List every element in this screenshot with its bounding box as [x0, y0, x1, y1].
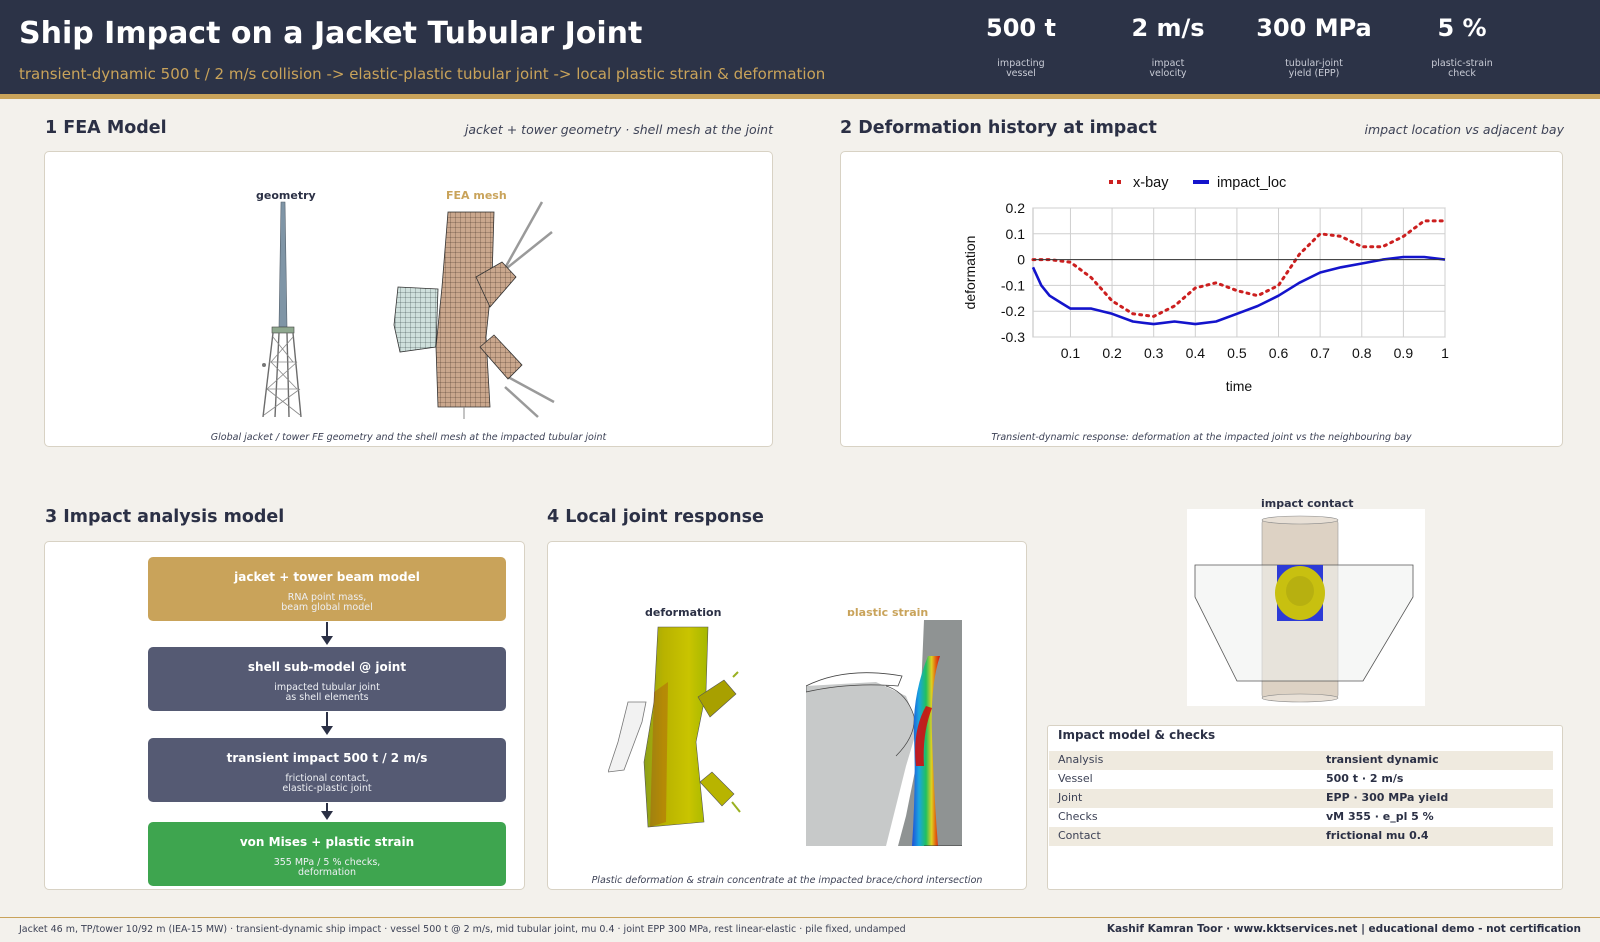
table-row: Vessel 500 t · 2 m/s [1049, 770, 1553, 789]
kpi-yield: 300 MPa tubular-joint yield (EPP) [1254, 14, 1374, 79]
page-subtitle: transient-dynamic 500 t / 2 m/s collisio… [19, 65, 826, 83]
table-row: Analysis transient dynamic [1049, 751, 1553, 770]
flow-step-title: von Mises + plastic strain [239, 835, 415, 849]
flow-step-title: shell sub-model @ joint [247, 660, 407, 674]
flow-step-sub: 355 MPa / 5 % checks, deformation [273, 857, 381, 878]
x-tick-label: 0.3 [1144, 345, 1164, 361]
flow-arrow [321, 622, 333, 645]
deformation-label: deformation [645, 606, 722, 619]
table-row: Joint EPP · 300 MPa yield [1049, 789, 1553, 808]
x-axis-label: time [1226, 378, 1253, 394]
flow-step-results: von Mises + plastic strain 355 MPa / 5 %… [148, 822, 506, 886]
row-value: frictional mu 0.4 [1326, 829, 1429, 842]
kpi-label: plastic-strain check [1431, 58, 1493, 79]
footer-notes: Jacket 46 m, TP/tower 10/92 m (IEA-15 MW… [19, 924, 906, 935]
x-tick-label: 0.7 [1310, 345, 1330, 361]
kpi-label: impacting vessel [997, 58, 1045, 79]
table-row: Checks vM 355 · e_pl 5 % [1049, 808, 1553, 827]
row-value: transient dynamic [1326, 753, 1439, 766]
footer-credit: Kashif Kamran Toor · www.kktservices.net… [1106, 923, 1581, 935]
history-caption: Transient-dynamic response: deformation … [991, 432, 1412, 443]
checks-table-title: Impact model & checks [1058, 728, 1216, 742]
fea-model-panel: geometry FEA mesh Global jacket / tower … [44, 151, 773, 447]
kpi-label: tubular-joint yield (EPP) [1285, 58, 1343, 79]
deformation-contour-figure [608, 626, 741, 828]
chart-grid [1032, 207, 1446, 338]
y-tick-label: 0.1 [1006, 226, 1026, 242]
section-local-title: 4 Local joint response [547, 507, 764, 527]
y-tick-label: 0 [1017, 252, 1025, 268]
kpi-value: 5 % [1437, 14, 1487, 42]
section-impact-title: 3 Impact analysis model [45, 507, 285, 527]
x-tick-label: 0.4 [1186, 345, 1206, 361]
x-tick-label: 0.1 [1061, 345, 1081, 361]
flow-step-transient-impact: transient impact 500 t / 2 m/s frictiona… [148, 738, 506, 802]
kpi-label: impact velocity [1149, 58, 1187, 79]
section-fea-note: jacket + tower geometry · shell mesh at … [464, 122, 773, 137]
x-tick-label: 1 [1441, 345, 1449, 361]
legend-label: impact_loc [1217, 175, 1286, 191]
fea-caption: Global jacket / tower FE geometry and th… [210, 432, 607, 443]
row-key: Vessel [1058, 772, 1093, 785]
row-value: vM 355 · e_pl 5 % [1326, 810, 1434, 823]
kpi-value: 2 m/s [1131, 14, 1205, 42]
x-tick-label: 0.9 [1394, 345, 1414, 361]
y-tick-label: -0.3 [1001, 329, 1025, 345]
footer-rule [0, 917, 1600, 918]
jacket-geometry-figure [262, 201, 302, 417]
table-row: Contact frictional mu 0.4 [1049, 827, 1553, 846]
header-accent-rule [0, 94, 1600, 99]
row-value: 500 t · 2 m/s [1326, 772, 1404, 785]
y-tick-label: -0.1 [1001, 277, 1025, 293]
local-joint-panel: deformation plastic strain Plastic defor… [547, 541, 1027, 890]
y-tick-label: -0.2 [1001, 303, 1025, 319]
flow-step-title: jacket + tower beam model [234, 570, 420, 584]
legend-label: x-bay [1133, 175, 1169, 191]
row-key: Analysis [1058, 753, 1104, 766]
flow-step-sub: RNA point mass, beam global model [281, 592, 373, 613]
flow-arrow [321, 712, 333, 735]
joint-mesh-figure [393, 201, 555, 419]
section-fea-title: 1 FEA Model [45, 118, 167, 138]
flow-step-sub: impacted tubular joint as shell elements [274, 682, 380, 703]
deformation-history-chart: 0.1 0.2 0.3 0.4 0.5 0.6 0.7 0.8 0.9 1 0.2 0.1 0 -0.1 -… [962, 175, 1449, 394]
flow-step-shell-submodel: shell sub-model @ joint impacted tubular… [148, 647, 506, 711]
y-axis-label: deformation [962, 236, 978, 310]
impact-model-panel: jacket + tower beam model RNA point mass… [44, 541, 525, 890]
flow-step-sub: frictional contact, elastic-plastic join… [282, 773, 372, 794]
checks-table: Impact model & checks Analysis transient… [1047, 725, 1563, 890]
page-title: Ship Impact on a Jacket Tubular Joint [19, 16, 643, 51]
plot-area [1032, 207, 1446, 338]
y-tick-label: 0.2 [1006, 200, 1026, 216]
kpi-velocity: 2 m/s impact velocity [1108, 14, 1228, 79]
section-history-title: 2 Deformation history at impact [840, 118, 1157, 138]
x-tick-label: 0.8 [1352, 345, 1372, 361]
flow-step-beam-model: jacket + tower beam model RNA point mass… [148, 557, 506, 621]
kpi-strain-check: 5 % plastic-strain check [1402, 14, 1522, 79]
plastic-strain-contour-figure [806, 616, 962, 846]
chart-legend: x-bay impact_loc [1109, 175, 1286, 191]
impact-contact-figure [1187, 509, 1425, 706]
x-tick-label: 0.5 [1227, 345, 1247, 361]
kpi-value: 500 t [986, 14, 1056, 42]
flow-step-title: transient impact 500 t / 2 m/s [226, 751, 428, 765]
row-value: EPP · 300 MPa yield [1326, 791, 1449, 804]
row-key: Joint [1058, 791, 1083, 804]
flow-arrow [321, 803, 333, 820]
local-caption: Plastic deformation & strain concentrate… [591, 875, 983, 886]
header-bar: Ship Impact on a Jacket Tubular Joint tr… [0, 0, 1600, 94]
x-tick-label: 0.6 [1269, 345, 1289, 361]
kpi-vessel: 500 t impacting vessel [961, 14, 1081, 79]
row-key: Checks [1058, 810, 1098, 823]
row-key: Contact [1058, 829, 1101, 842]
deformation-history-panel: 0.1 0.2 0.3 0.4 0.5 0.6 0.7 0.8 0.9 1 0.2 0.1 0 -0.1 -… [840, 151, 1563, 447]
kpi-value: 300 MPa [1256, 14, 1372, 42]
section-history-note: impact location vs adjacent bay [1364, 122, 1564, 137]
x-tick-label: 0.2 [1102, 345, 1122, 361]
